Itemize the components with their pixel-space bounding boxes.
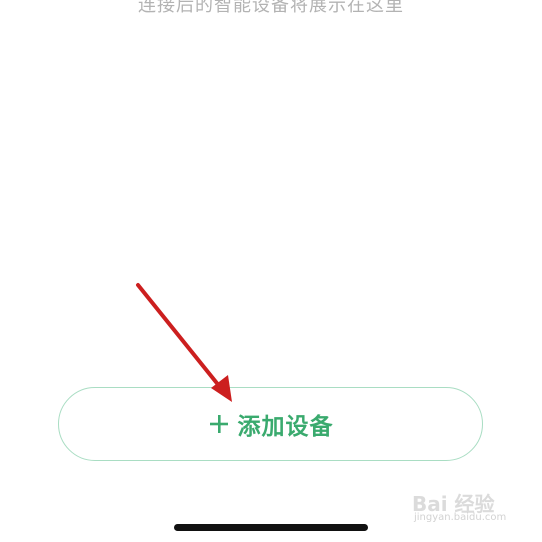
watermark-logo: Bai 经验 [412, 492, 495, 516]
plus-icon [208, 413, 230, 435]
watermark-url: jingyan.baidu.com [414, 512, 507, 523]
add-device-label: 添加设备 [237, 414, 334, 440]
home-indicator[interactable] [174, 524, 368, 531]
device-list-screen: 连接后的智能设备将展示在这里 添加设备 Bai 经验 jingyan.baidu… [0, 0, 542, 542]
watermark: Bai 经验 jingyan.baidu.com [412, 484, 522, 530]
empty-state-hint: 连接后的智能设备将展示在这里 [138, 0, 404, 16]
add-device-button[interactable]: 添加设备 [58, 387, 483, 461]
